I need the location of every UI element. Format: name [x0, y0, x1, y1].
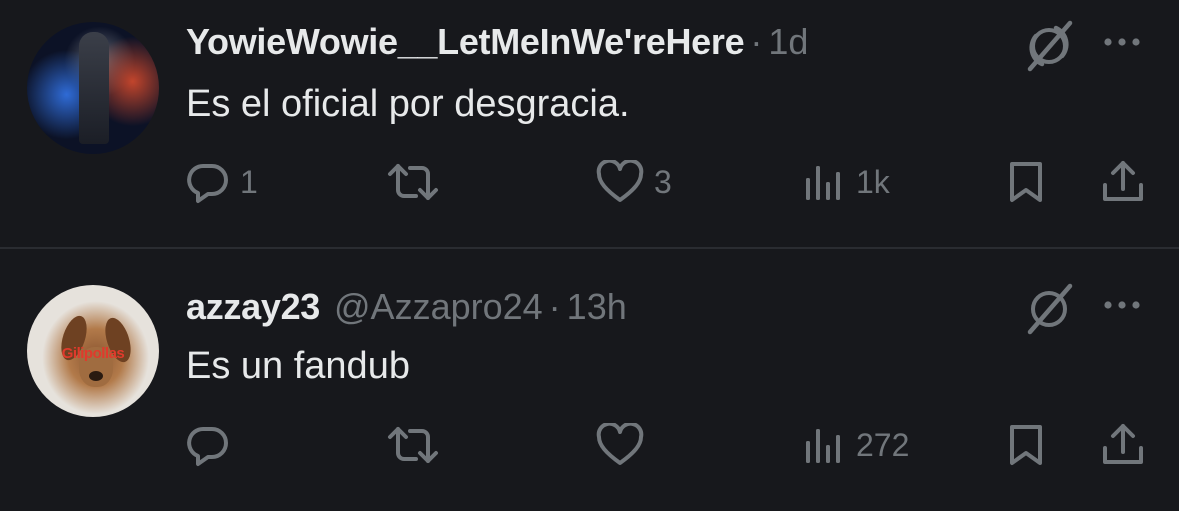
views-button[interactable]: 1k — [802, 157, 890, 207]
reply-button[interactable]: 1 — [186, 157, 258, 207]
reply-icon — [187, 426, 228, 466]
like-icon — [596, 160, 644, 202]
share-button[interactable] — [1100, 420, 1146, 470]
reply-count: 1 — [240, 163, 258, 200]
grok-icon[interactable] — [1020, 17, 1078, 75]
separator-dot: · — [750, 21, 763, 62]
like-button[interactable]: 3 — [596, 157, 672, 207]
more-icon[interactable] — [1100, 32, 1144, 52]
display-name[interactable]: azzay23 — [186, 287, 320, 327]
share-icon — [1103, 161, 1143, 201]
bookmark-button[interactable] — [1006, 420, 1046, 470]
like-button[interactable] — [596, 420, 654, 470]
bookmark-icon — [1010, 162, 1042, 202]
timestamp[interactable]: 13h — [567, 287, 627, 327]
reply-button[interactable] — [186, 420, 240, 470]
repost-icon — [388, 427, 438, 463]
views-count: 1k — [856, 163, 890, 200]
timestamp[interactable]: 1d — [768, 22, 808, 62]
grok-icon[interactable] — [1020, 280, 1078, 338]
user-handle[interactable]: @Azzapro24 — [334, 287, 543, 327]
avatar[interactable]: Gilipollas — [27, 285, 159, 417]
avatar-dog-nose — [89, 371, 103, 381]
repost-icon — [388, 164, 438, 200]
views-icon — [806, 429, 840, 463]
avatar-figure — [79, 32, 109, 144]
like-icon — [596, 423, 644, 465]
share-icon — [1103, 424, 1143, 464]
avatar-overlay-text: Gilipollas — [61, 345, 125, 362]
avatar[interactable] — [27, 22, 159, 154]
tweet-text: Es el oficial por desgracia. — [186, 83, 630, 125]
separator-dot: · — [548, 286, 561, 327]
bookmark-button[interactable] — [1006, 157, 1046, 207]
tweet[interactable]: YowieWowie__LetMeInWe'reHere · 1d Es el … — [0, 0, 1179, 248]
views-icon — [806, 166, 840, 200]
repost-button[interactable] — [386, 157, 450, 207]
more-icon[interactable] — [1100, 295, 1144, 315]
share-button[interactable] — [1100, 157, 1146, 207]
display-name[interactable]: YowieWowie__LetMeInWe'reHere — [186, 22, 745, 62]
views-button[interactable]: 272 — [802, 420, 909, 470]
action-bar: 272 — [0, 420, 1179, 470]
tweet-header: azzay23 @Azzapro24 · 13h — [186, 287, 627, 327]
tweet-header: YowieWowie__LetMeInWe'reHere · 1d — [186, 22, 808, 62]
reply-feed: YowieWowie__LetMeInWe'reHere · 1d Es el … — [0, 0, 1179, 511]
reply-icon — [187, 163, 228, 203]
tweet[interactable]: Gilipollas azzay23 @Azzapro24 · 13h Es u… — [0, 249, 1179, 511]
views-count: 272 — [856, 426, 910, 463]
like-count: 3 — [654, 163, 672, 200]
tweet-text: Es un fandub — [186, 345, 410, 387]
repost-button[interactable] — [386, 420, 450, 470]
bookmark-icon — [1010, 425, 1042, 465]
action-bar: 1 3 1k — [0, 157, 1179, 207]
